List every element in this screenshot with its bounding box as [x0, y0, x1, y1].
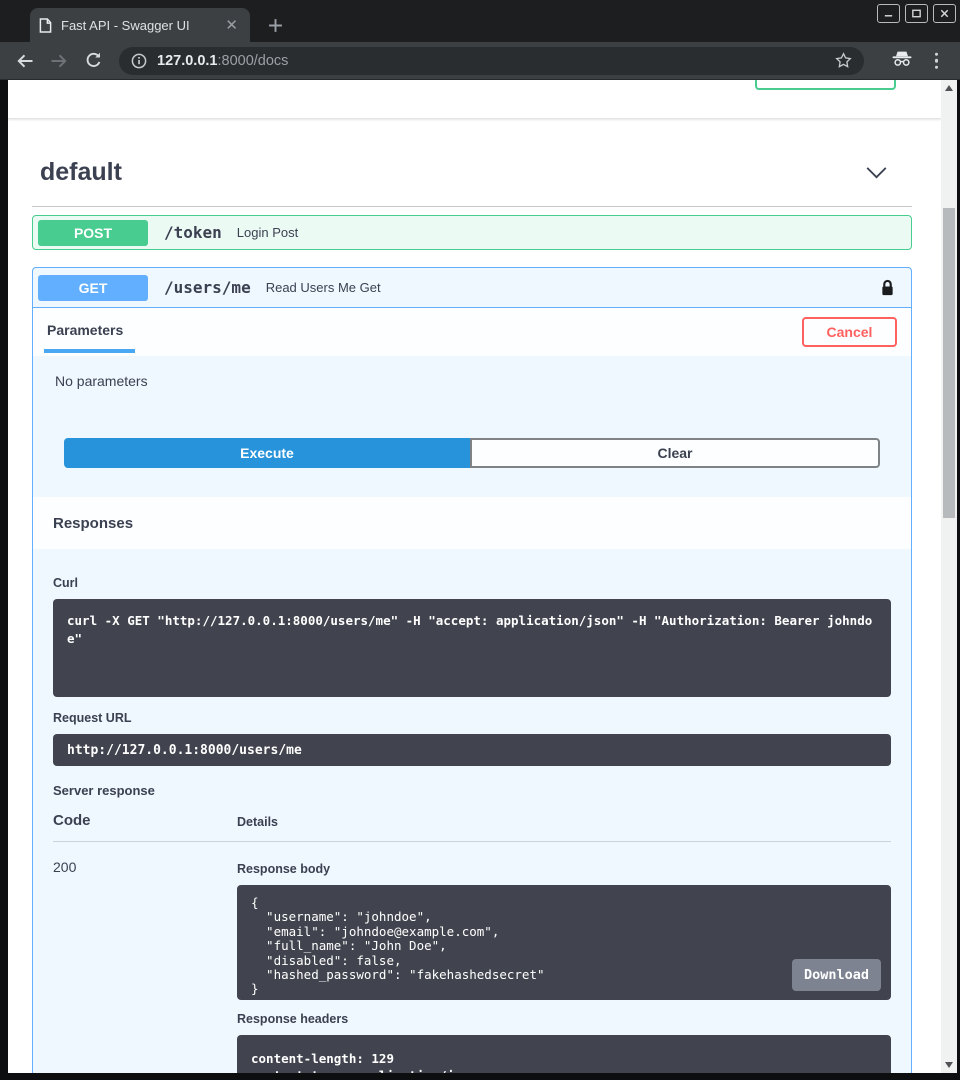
minimize-button[interactable] [877, 4, 900, 23]
opblock-summary-get[interactable]: GET /users/me Read Users Me Get [33, 268, 911, 308]
window-titlebar: Fast API - Swagger UI ✕ [0, 0, 960, 42]
op-path-post: /token [164, 223, 222, 242]
opblock-get-users-me: GET /users/me Read Users Me Get Paramete… [32, 267, 912, 1073]
curl-command[interactable]: curl -X GET "http://127.0.0.1:8000/users… [53, 599, 891, 697]
responses-content: Curl curl -X GET "http://127.0.0.1:8000/… [33, 549, 911, 1073]
close-button[interactable] [933, 4, 956, 23]
scheme-container [8, 80, 941, 119]
scroll-up-icon[interactable] [945, 85, 953, 91]
url-host: 127.0.0.1 [157, 53, 217, 69]
response-row: 200 Response body { "username": "johndoe… [53, 842, 891, 1073]
code-column-header: Code [53, 812, 237, 829]
browser-toolbar: 127.0.0.1:8000/docs [0, 42, 960, 80]
request-url-label: Request URL [53, 711, 891, 725]
tab-title: Fast API - Swagger UI [61, 18, 222, 33]
op-path-get: /users/me [164, 278, 251, 297]
page-scrollbar[interactable] [941, 80, 957, 1073]
response-headers[interactable]: content-length: 129 content-type: applic… [237, 1035, 891, 1073]
cancel-button[interactable]: Cancel [802, 317, 897, 347]
lock-icon[interactable] [880, 278, 899, 298]
server-response-label: Server response [53, 783, 891, 798]
swagger-wrapper: default POST /token Login Post GET /user… [8, 139, 941, 1073]
tab-close-icon[interactable]: ✕ [222, 17, 241, 34]
browser-menu-icon[interactable] [935, 52, 939, 69]
opblock-summary-post[interactable]: POST /token Login Post [33, 216, 911, 249]
op-summary-post: Login Post [237, 225, 298, 240]
chevron-down-icon[interactable] [865, 166, 904, 179]
method-badge-post: POST [38, 220, 148, 246]
response-details-cell: Response body { "username": "johndoe", "… [237, 854, 891, 1073]
scrollbar-thumb[interactable] [943, 208, 955, 518]
execute-wrapper: Execute Clear [64, 438, 880, 468]
maximize-button[interactable] [905, 4, 928, 23]
method-badge-get: GET [38, 275, 148, 301]
no-parameters-text: No parameters [55, 373, 889, 389]
clear-button[interactable]: Clear [470, 438, 880, 468]
url-path: :8000/docs [217, 53, 288, 69]
status-code: 200 [53, 854, 237, 1073]
execute-button[interactable]: Execute [64, 438, 470, 468]
tag-title: default [40, 158, 122, 187]
responses-header: Responses [33, 497, 911, 549]
window-controls [877, 4, 956, 23]
page-viewport: default POST /token Login Post GET /user… [8, 80, 941, 1073]
parameters-header: Parameters Cancel [33, 308, 911, 356]
responses-title: Responses [53, 515, 133, 532]
details-column-header: Details [237, 815, 891, 829]
window-frame-bottom [0, 1073, 960, 1080]
response-headers-label: Response headers [237, 1012, 891, 1026]
page-info-icon[interactable] [131, 53, 147, 69]
response-body-label: Response body [237, 862, 891, 876]
url-text[interactable]: 127.0.0.1:8000/docs [157, 53, 288, 69]
response-table-header: Code Details [53, 812, 891, 842]
new-tab-button[interactable] [263, 13, 287, 37]
forward-icon[interactable] [48, 50, 70, 72]
response-body[interactable]: { "username": "johndoe", "email": "johnd… [237, 885, 891, 1000]
request-url-value[interactable]: http://127.0.0.1:8000/users/me [53, 734, 891, 766]
authorize-button[interactable] [755, 80, 896, 90]
opblock-post-token: POST /token Login Post [32, 215, 912, 250]
curl-label: Curl [53, 576, 891, 590]
tab-parameters[interactable]: Parameters [47, 308, 123, 356]
browser-tab[interactable]: Fast API - Swagger UI ✕ [30, 8, 250, 42]
favicon-page-icon [39, 18, 52, 33]
parameters-content: No parameters Execute Clear [33, 356, 911, 497]
download-button[interactable]: Download [792, 959, 881, 991]
op-summary-get: Read Users Me Get [266, 280, 381, 295]
back-icon[interactable] [14, 50, 36, 72]
response-body-json: { "username": "johndoe", "email": "johnd… [251, 895, 545, 996]
scroll-down-icon[interactable] [945, 1062, 953, 1068]
window-frame-left [0, 80, 8, 1080]
tag-section-header[interactable]: default [32, 139, 912, 207]
incognito-icon [891, 50, 913, 72]
reload-icon[interactable] [82, 50, 104, 72]
address-bar[interactable]: 127.0.0.1:8000/docs [119, 47, 864, 75]
bookmark-star-icon[interactable] [835, 52, 852, 69]
